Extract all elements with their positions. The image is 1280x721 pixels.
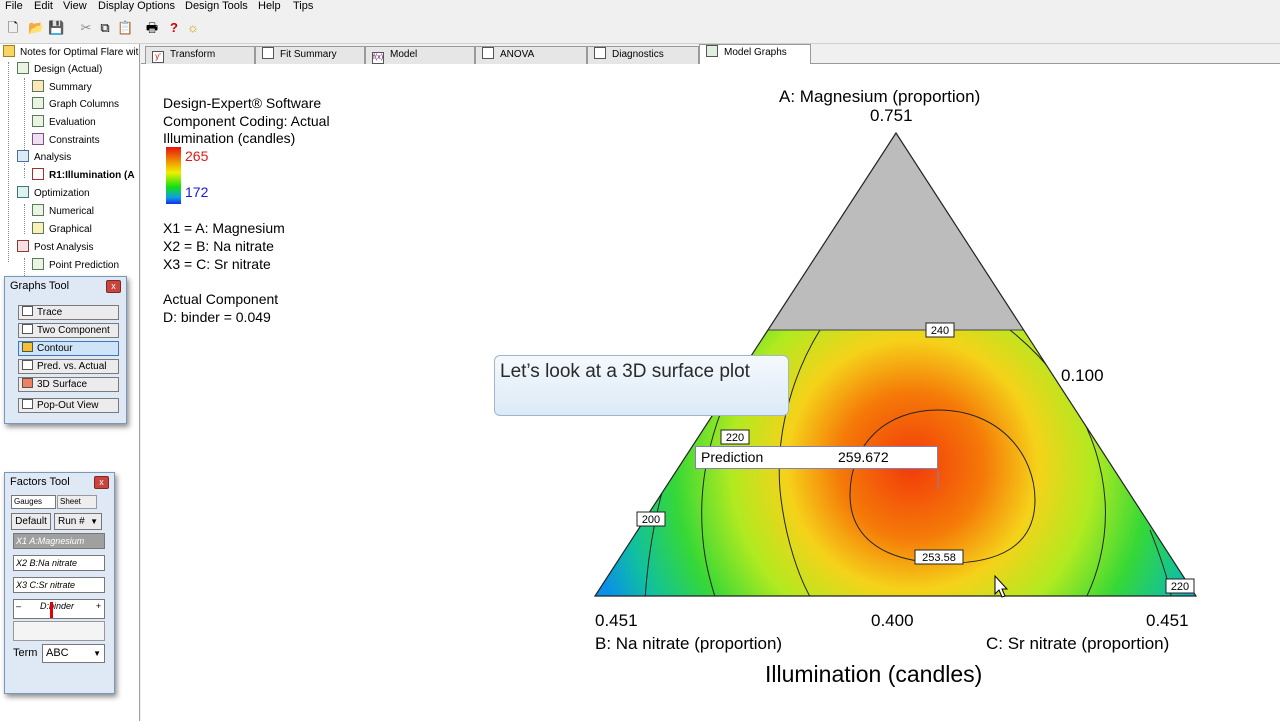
prediction-flag[interactable]: Prediction 259.672 [695, 446, 938, 469]
contour-label: 220 [1171, 581, 1189, 593]
contour-label: 220 [726, 432, 744, 444]
bottom-left-value: 0.451 [595, 611, 638, 630]
contour-label: 253.58 [922, 552, 956, 564]
bottom-right-value: 0.451 [1146, 611, 1189, 630]
contour-label: 240 [931, 325, 949, 337]
prediction-label: Prediction [701, 449, 764, 465]
right-edge-value: 0.100 [1061, 366, 1104, 385]
response-title: Illumination (candles) [765, 661, 983, 687]
contour-label: 200 [642, 514, 660, 526]
bottom-mid-value: 0.400 [871, 611, 914, 630]
top-axis-label: A: Magnesium (proportion) [779, 87, 981, 106]
infeasible-region [595, 133, 1196, 330]
right-axis-label: C: Sr nitrate (proportion) [986, 634, 1170, 653]
callout-bubble: Let’s look at a 3D surface plot [494, 355, 789, 416]
prediction-value: 259.672 [838, 449, 889, 465]
left-axis-label: B: Na nitrate (proportion) [595, 634, 783, 653]
top-vertex-value: 0.751 [870, 106, 913, 125]
